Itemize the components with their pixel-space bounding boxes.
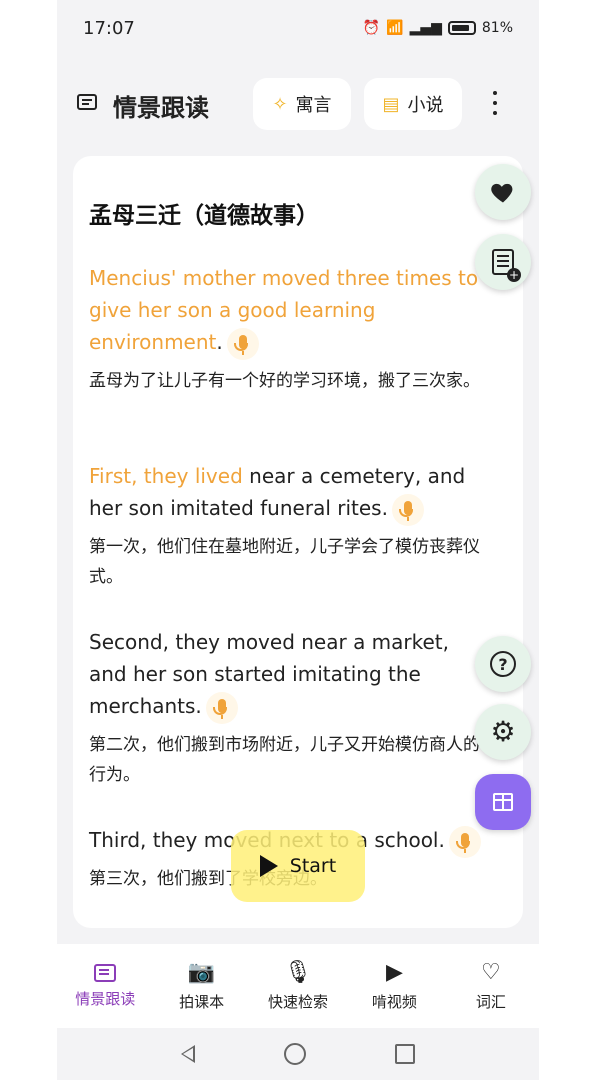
gift-button[interactable]: [475, 774, 531, 830]
heart-outline-icon: ♡: [480, 959, 501, 985]
paragraph-3-chinese: 第二次，他们搬到市场附近，儿子又开始模仿商人的行为。: [89, 734, 480, 785]
paragraph-1-english[interactable]: Mencius' mother moved three times to giv…: [89, 262, 489, 360]
more-menu-icon[interactable]: [487, 88, 503, 118]
question-icon: ?: [490, 651, 516, 677]
status-bar: 17:07 ⏰ 📶 ▂▄▆ 81%: [57, 0, 539, 56]
nav-item-vocab[interactable]: ♡ 词汇: [443, 944, 539, 1028]
favorite-button[interactable]: [475, 164, 531, 220]
page-title: 情景跟读: [113, 94, 209, 122]
paragraph-1-chinese: 孟母为了让儿子有一个好的学习环境，搬了三次家。: [89, 370, 480, 391]
paragraph-3: Second, they moved near a market, and he…: [89, 626, 489, 790]
back-icon[interactable]: [181, 1045, 196, 1063]
phone-screen: 17:07 ⏰ 📶 ▂▄▆ 81% 情景跟读 ✧ 寓言 ▤ 小说 孟母三迁（道德…: [57, 0, 539, 1080]
status-icons: ⏰ 📶 ▂▄▆ 81%: [363, 20, 513, 36]
play-icon: [259, 855, 278, 877]
mic-icon: 🎙: [284, 959, 312, 985]
recents-icon[interactable]: [394, 1044, 415, 1064]
magic-wand-icon: ✧: [272, 93, 288, 115]
note-add-icon: [492, 249, 521, 282]
paragraph-1: Mencius' mother moved three times to giv…: [89, 262, 489, 396]
home-icon[interactable]: [283, 1043, 306, 1065]
nav-item-camera[interactable]: 📷 拍课本: [153, 944, 249, 1028]
add-note-button[interactable]: [475, 234, 531, 290]
nav-item-reading[interactable]: 情景跟读: [57, 944, 153, 1028]
battery-icon: [447, 21, 476, 35]
signal-icon: ▂▄▆: [409, 20, 442, 36]
paragraph-2: First, they lived near a cemetery, and h…: [89, 460, 489, 592]
status-time: 17:07: [83, 17, 135, 39]
start-label: Start: [289, 855, 337, 877]
paragraph-3-english[interactable]: Second, they moved near a market, and he…: [89, 626, 489, 724]
gift-icon: [493, 793, 513, 811]
fable-chip[interactable]: ✧ 寓言: [253, 78, 351, 130]
help-button[interactable]: ?: [475, 636, 531, 692]
reading-icon: [94, 963, 117, 982]
book-icon: ▤: [382, 93, 400, 115]
system-nav-bar: [57, 1028, 539, 1080]
mic-icon[interactable]: [226, 327, 259, 360]
novel-chip-label: 小说: [407, 95, 444, 116]
camera-icon: 📷: [187, 959, 216, 985]
alarm-icon: ⏰: [362, 20, 381, 36]
heart-icon: [491, 183, 513, 203]
reading-icon: [77, 94, 97, 110]
mic-icon[interactable]: [391, 493, 424, 526]
nav-item-video[interactable]: ▶ 啃视频: [346, 944, 442, 1028]
novel-chip[interactable]: ▤ 小说: [364, 78, 462, 130]
bottom-nav: 情景跟读 📷 拍课本 🎙 快速检索 ▶ 啃视频 ♡ 词汇: [57, 944, 539, 1028]
mic-icon[interactable]: [448, 825, 481, 858]
nav-item-search[interactable]: 🎙 快速检索: [250, 944, 346, 1028]
story-card: 孟母三迁（道德故事） Mencius' mother moved three t…: [73, 156, 523, 928]
mic-icon[interactable]: [205, 691, 238, 724]
wifi-icon: 📶: [386, 20, 404, 36]
video-icon: ▶: [385, 959, 403, 985]
gear-icon: ⚙: [490, 715, 516, 748]
story-title: 孟母三迁（道德故事）: [89, 203, 319, 229]
battery-percent: 81%: [481, 20, 513, 36]
paragraph-2-english[interactable]: First, they lived near a cemetery, and h…: [89, 460, 489, 526]
fable-chip-label: 寓言: [295, 95, 332, 116]
start-button[interactable]: Start: [231, 830, 365, 902]
paragraph-2-chinese: 第一次，他们住在墓地附近，儿子学会了模仿丧葬仪式。: [89, 536, 480, 587]
app-header: 情景跟读 ✧ 寓言 ▤ 小说: [57, 76, 539, 132]
settings-button[interactable]: ⚙: [475, 704, 531, 760]
